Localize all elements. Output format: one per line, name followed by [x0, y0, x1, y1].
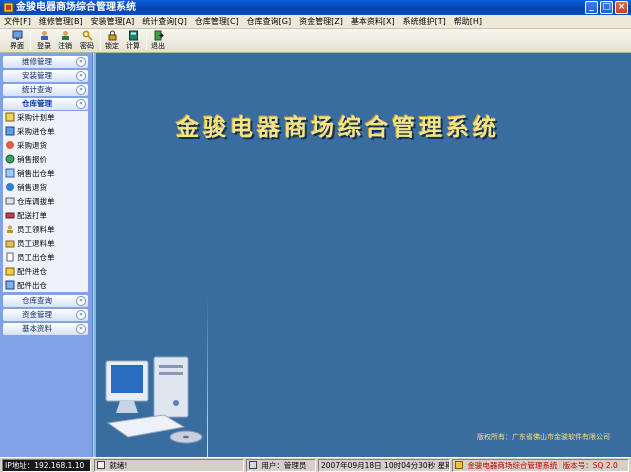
maximize-button[interactable]: □ [600, 1, 613, 14]
user-icon [249, 461, 257, 469]
chevron-down-icon: » [76, 324, 86, 334]
chevron-down-icon: » [76, 85, 86, 95]
key-icon [82, 30, 93, 41]
menu-help[interactable]: 帮助[H] [450, 15, 486, 28]
status-datetime: 2007年09月18日 10时04分30秒 星期二 [318, 459, 450, 472]
toolbar-lock-button[interactable]: 锁定 [101, 30, 123, 52]
app-icon [3, 2, 14, 13]
sidebar-item-list: 采购计划单 采购进仓单 采购退货 销售报价 销售出仓单 销售退货 仓库调拔单 配… [3, 111, 88, 292]
menu-file[interactable]: 文件[F] [0, 15, 35, 28]
toolbar-password-button[interactable]: 密码 [76, 30, 98, 52]
toolbar-logout-button[interactable]: 注销 [54, 30, 76, 52]
exit-icon [154, 30, 164, 41]
window-title: 金骏电器商场综合管理系统 [16, 2, 136, 13]
edit-icon [5, 280, 15, 290]
chevron-down-icon: » [76, 71, 86, 81]
menu-warehouse-query[interactable]: 仓库查询[G] [243, 15, 295, 28]
toolbar-separator [30, 32, 31, 50]
menu-warehouse[interactable]: 仓库管理[C] [191, 15, 243, 28]
printer-icon [5, 212, 15, 219]
app-headline: 金骏电器商场综合管理系统 [176, 114, 500, 141]
document-icon [5, 112, 15, 122]
menu-install[interactable]: 安装管理[A] [87, 15, 139, 28]
box-icon [5, 267, 15, 276]
chevron-up-icon: « [76, 99, 86, 109]
chevron-down-icon: » [76, 310, 86, 320]
sidebar-group-warehouse[interactable]: 仓库管理 « [3, 98, 88, 110]
folder-icon [5, 240, 15, 248]
lock-icon [108, 30, 116, 41]
menu-repair[interactable]: 维修管理[B] [35, 15, 87, 28]
sidebar-group-basic-data[interactable]: 基本资料 » [3, 323, 88, 335]
info-icon [97, 461, 105, 469]
copyright-text: 版权所有：广东省佛山市金骏软件有限公司 [477, 433, 610, 441]
menu-statistics[interactable]: 统计查询[Q] [138, 15, 191, 28]
logout-icon [61, 31, 69, 40]
sidebar-item-purchase-plan[interactable]: 采购计划单 [3, 111, 88, 124]
sidebar-group-repair[interactable]: 维修管理 » [3, 56, 88, 68]
status-user: 用户：管理员 [246, 459, 316, 472]
chevron-down-icon: » [76, 57, 86, 67]
document-icon [6, 252, 14, 262]
login-icon [40, 31, 48, 40]
close-button[interactable]: × [615, 1, 628, 14]
toolbar-interface-button[interactable]: 界面 [6, 30, 28, 52]
title-bar[interactable]: 金骏电器商场综合管理系统 _ □ × [0, 0, 631, 15]
sidebar: 维修管理 » 安装管理 » 统计查询 » 仓库管理 « 采购计划单 采购进仓单 … [0, 53, 93, 457]
toolbar-calculator-button[interactable]: 计算 [122, 30, 144, 52]
calculator-icon [128, 30, 138, 41]
menu-basic-data[interactable]: 基本资料[X] [347, 15, 399, 28]
sidebar-item-staff-outbound[interactable]: 员工出仓单 [3, 251, 88, 264]
toolbar-exit-button[interactable]: 退出 [147, 30, 169, 52]
status-bar: IP地址：192.168.1.10 就绪! 用户：管理员 2007年09月18日… [0, 457, 631, 472]
return-icon [6, 183, 14, 191]
minimize-button[interactable]: _ [585, 1, 598, 14]
sidebar-item-warehouse-transfer[interactable]: 仓库调拔单 [3, 195, 88, 208]
user-icon [7, 225, 13, 233]
transfer-icon [5, 197, 15, 205]
sidebar-item-purchase-return[interactable]: 采购退货 [3, 139, 88, 152]
menu-system[interactable]: 系统维护[T] [399, 15, 450, 28]
chevron-down-icon: » [76, 296, 86, 306]
sidebar-group-warehouse-query[interactable]: 仓库查询 » [3, 295, 88, 307]
return-icon [6, 141, 14, 149]
sidebar-item-sales-outbound[interactable]: 销售出仓单 [3, 167, 88, 180]
sidebar-group-finance[interactable]: 资金管理 » [3, 309, 88, 321]
computer-illustration-icon [105, 356, 203, 444]
sidebar-item-delivery-print[interactable]: 配送打单 [3, 209, 88, 222]
sidebar-item-purchase-inbound[interactable]: 采购进仓单 [3, 125, 88, 138]
sidebar-item-parts-outbound[interactable]: 配件出仓 [3, 279, 88, 292]
menu-bar: 文件[F] 维修管理[B] 安装管理[A] 统计查询[Q] 仓库管理[C] 仓库… [0, 15, 631, 29]
menu-finance[interactable]: 资金管理[Z] [295, 15, 347, 28]
status-ip: IP地址：192.168.1.10 [2, 459, 91, 472]
inbound-icon [5, 126, 15, 136]
sidebar-item-sales-quote[interactable]: 销售报价 [3, 153, 88, 166]
app-icon [455, 461, 463, 469]
outbound-icon [5, 168, 15, 178]
main-area: 金骏电器商场综合管理系统 版权所有：广东省佛山市金骏软件有限公司 [94, 53, 631, 457]
sidebar-item-staff-material-return[interactable]: 员工退料单 [3, 237, 88, 250]
sidebar-group-install[interactable]: 安装管理 » [3, 70, 88, 82]
sidebar-item-parts-inbound[interactable]: 配件进仓 [3, 265, 88, 278]
status-app-version: 金骏电器商场综合管理系统 版本号：SQ 2.0 [452, 459, 629, 472]
sidebar-group-statistics[interactable]: 统计查询 » [3, 84, 88, 96]
status-ready: 就绪! [94, 459, 244, 472]
toolbar-login-button[interactable]: 登录 [33, 30, 55, 52]
globe-icon [5, 154, 15, 164]
sidebar-item-staff-requisition[interactable]: 员工领料单 [3, 223, 88, 236]
toolbar: 界面 登录 注销 密码 锁定 计算 退出 [0, 29, 631, 53]
sidebar-item-sales-return[interactable]: 销售退货 [3, 181, 88, 194]
monitor-icon [12, 30, 22, 40]
